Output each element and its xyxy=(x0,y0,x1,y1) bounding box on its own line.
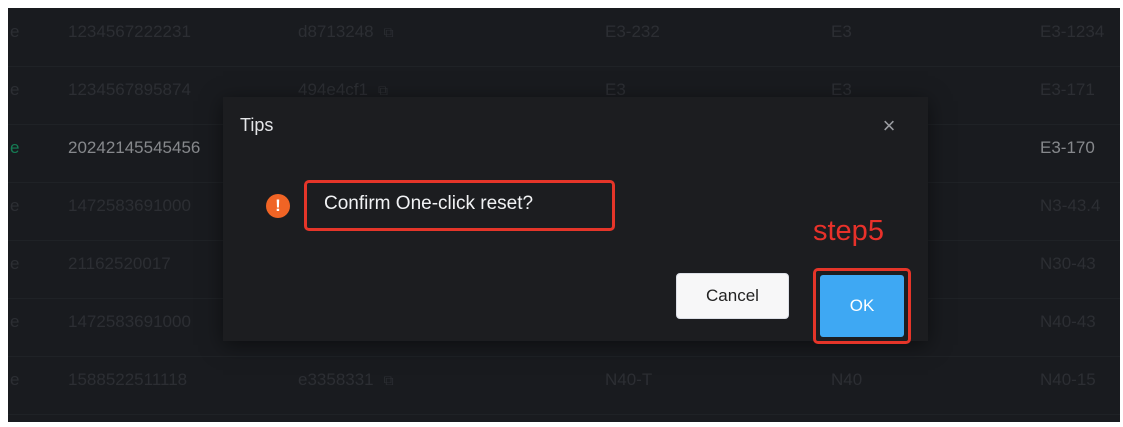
app-frame: e 1234567222231 d8713248 ⧉ E3-232 E3 E3-1… xyxy=(8,8,1120,422)
dialog-title: Tips xyxy=(240,115,274,135)
confirm-dialog: Tips × ! Confirm One-click reset? step5 … xyxy=(223,97,928,344)
cancel-button[interactable]: Cancel xyxy=(676,273,789,319)
ok-button[interactable]: OK xyxy=(820,275,904,337)
close-icon[interactable]: × xyxy=(879,115,899,137)
warning-icon: ! xyxy=(266,194,290,218)
dialog-message: Confirm One-click reset? xyxy=(324,193,534,214)
annotation-step-label: step5 xyxy=(813,215,884,247)
